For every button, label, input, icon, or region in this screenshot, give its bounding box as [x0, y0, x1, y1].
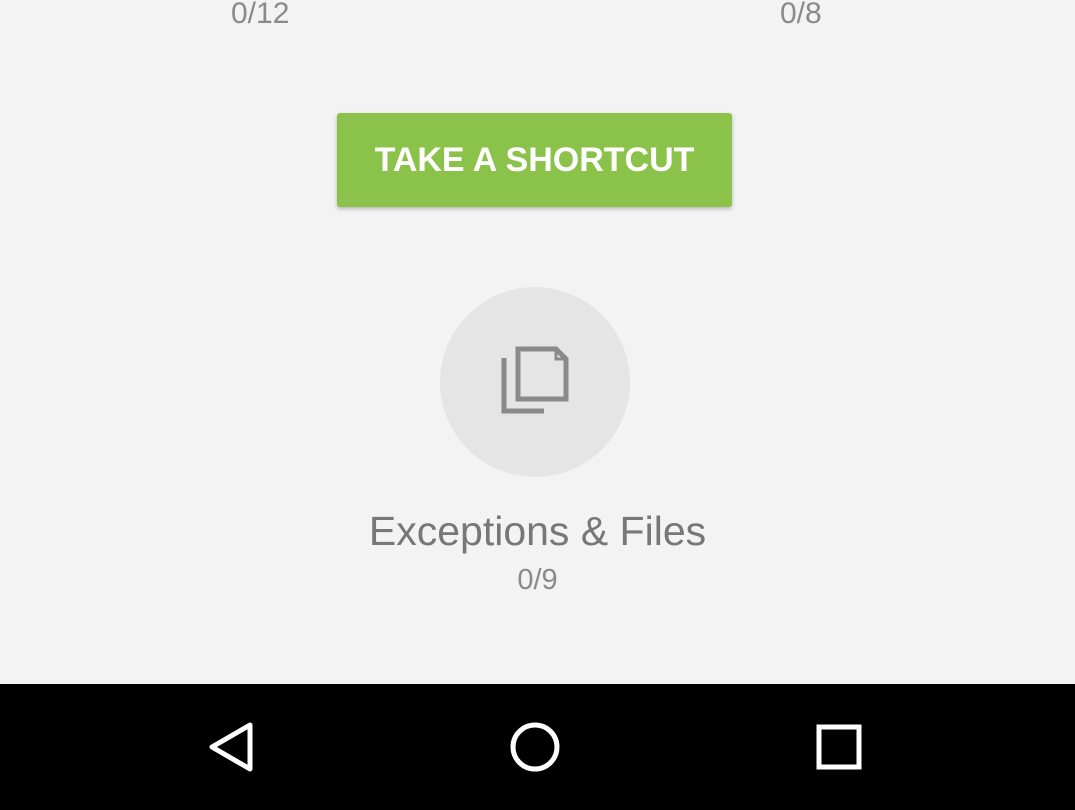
exceptions-files-lesson-button[interactable] [440, 287, 630, 477]
lesson-title: Exceptions & Files [368, 508, 707, 554]
home-circle-icon [510, 722, 560, 772]
back-button[interactable] [204, 717, 264, 777]
navigation-bar [0, 684, 1075, 810]
lesson-progress: 0/9 [517, 564, 558, 596]
recents-button[interactable] [809, 717, 869, 777]
take-a-shortcut-button[interactable]: TAKE A SHORTCUT [337, 113, 732, 207]
recents-square-icon [816, 724, 862, 770]
copy-files-icon [501, 346, 569, 414]
home-button[interactable] [505, 717, 565, 777]
back-triangle-icon [209, 722, 253, 772]
screen: 0/12 0/8 TAKE A SHORTCUT Exceptions & Fi… [0, 0, 1075, 810]
lesson-progress-left: 0/12 [231, 0, 290, 30]
lesson-progress-right: 0/8 [780, 0, 822, 30]
